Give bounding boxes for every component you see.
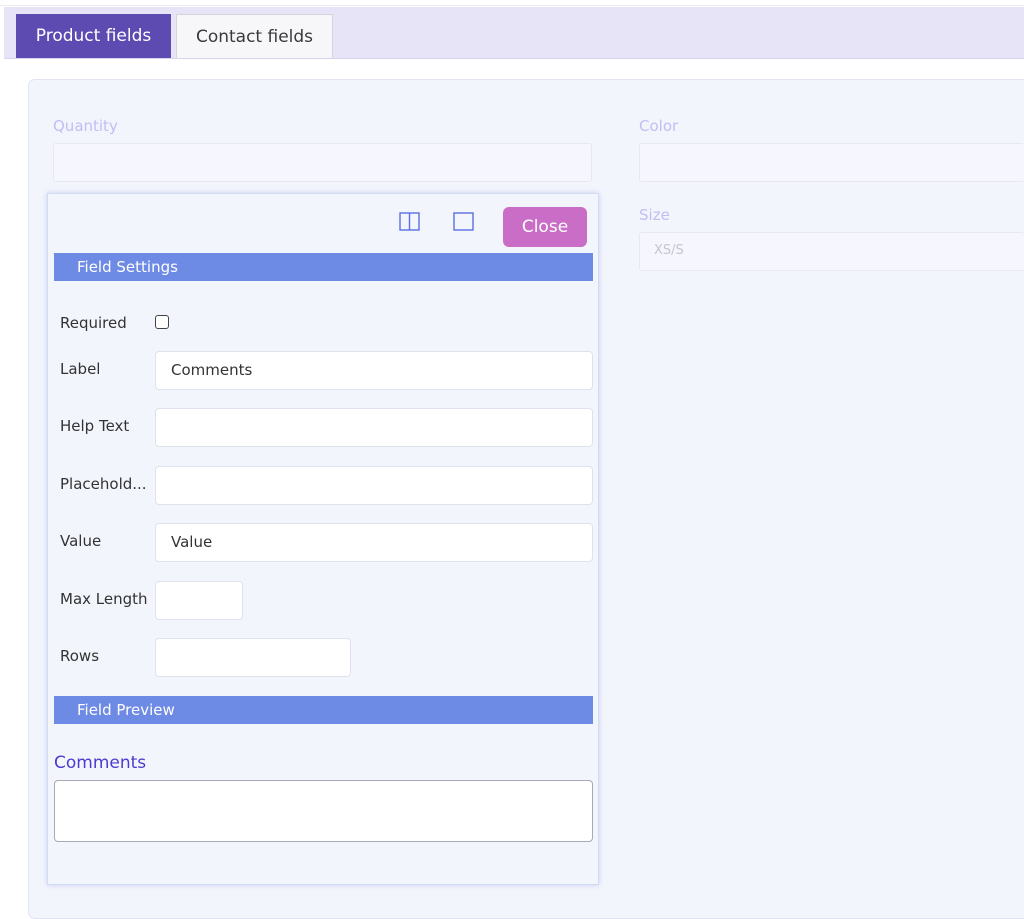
size-value: XS/S — [654, 243, 684, 258]
field-settings-panel: Close Field Settings Required Label Comm… — [47, 193, 599, 885]
close-button[interactable]: Close — [503, 207, 587, 247]
required-checkbox[interactable] — [155, 315, 169, 329]
value-input[interactable]: Value — [155, 523, 593, 562]
single-column-layout-icon[interactable] — [452, 210, 476, 234]
color-label: Color — [639, 117, 679, 135]
preview-field-label: Comments — [54, 753, 147, 773]
placeholder-input[interactable] — [155, 466, 593, 505]
quantity-input[interactable] — [53, 143, 592, 182]
help-text-label: Help Text — [60, 417, 130, 435]
help-text-input[interactable] — [155, 408, 593, 447]
two-column-layout-icon[interactable] — [398, 210, 422, 234]
tab-contact-fields[interactable]: Contact fields — [176, 14, 333, 58]
rows-input[interactable] — [155, 638, 351, 677]
tab-product-fields[interactable]: Product fields — [16, 14, 171, 58]
top-border — [0, 0, 1024, 6]
required-label: Required — [60, 314, 127, 332]
placeholder-label: Placehold... — [60, 475, 147, 493]
rows-label: Rows — [60, 647, 100, 665]
label-label: Label — [60, 360, 101, 378]
value-label: Value — [60, 532, 102, 550]
max-length-input[interactable] — [155, 581, 243, 620]
field-preview-header: Field Preview — [54, 696, 593, 724]
preview-textarea[interactable] — [54, 780, 593, 842]
color-input[interactable] — [639, 143, 1024, 182]
size-label: Size — [639, 206, 670, 224]
max-length-label: Max Length — [60, 590, 148, 608]
tab-bar: Product fields Contact fields — [4, 7, 1024, 59]
label-input[interactable]: Comments — [155, 351, 593, 390]
size-select[interactable]: XS/S — [639, 232, 1024, 271]
field-settings-header: Field Settings — [54, 253, 593, 281]
quantity-label: Quantity — [53, 117, 118, 135]
